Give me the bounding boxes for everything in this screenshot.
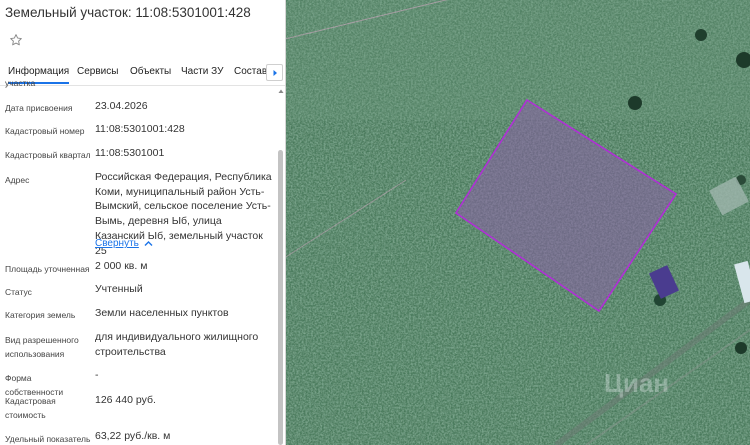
cadastral-quarter-value: 11:08:5301001 [95, 147, 165, 159]
address-label: Адрес [5, 175, 30, 185]
terrain-tint [286, 0, 750, 120]
permitted-use-label: Вид разрешенного использования [5, 335, 79, 359]
area-value: 2 000 кв. м [95, 260, 148, 272]
favorite-star-icon[interactable] [9, 33, 23, 47]
land-category-value: Земли населенных пунктов [95, 307, 229, 319]
status-value: Учтенный [95, 283, 143, 295]
tab-parts[interactable]: Части ЗУ [181, 66, 223, 77]
info-panel: Земельный участок: 11:08:5301001:428 Инф… [0, 0, 286, 445]
tab-objects[interactable]: Объекты [130, 66, 171, 77]
assign-date-label: Дата присвоения [5, 103, 73, 113]
collapse-link[interactable]: Свернуть [95, 238, 153, 249]
ownership-value: - [95, 369, 99, 381]
satellite-map[interactable]: Циан [286, 0, 750, 445]
collapse-label: Свернуть [95, 238, 139, 249]
tabs-scroll-right-button[interactable] [266, 64, 283, 81]
map-canvas[interactable]: Циан [286, 0, 750, 445]
status-label: Статус [5, 287, 32, 297]
scrollbar-thumb[interactable] [278, 150, 283, 445]
cadastral-quarter-label: Кадастровый квартал [5, 150, 91, 160]
watermark-text: Циан [604, 368, 669, 398]
land-category-label: Категория земель [5, 310, 76, 320]
cadastral-number-label: Кадастровый номер [5, 126, 85, 136]
cadastral-cost-value: 126 440 руб. [95, 394, 156, 406]
cadastral-number-value: 11:08:5301001:428 [95, 123, 185, 135]
chevron-right-icon [273, 69, 277, 76]
cadastral-cost-label: Кадастровая стоимость [5, 396, 56, 420]
assign-date-value: 23.04.2026 [95, 100, 148, 112]
tab-bar: Информация Сервисы Объекты Части ЗУ Сост… [0, 58, 285, 86]
tab-services[interactable]: Сервисы [77, 66, 118, 77]
unit-cost-value: 63,22 руб./кв. м [95, 430, 171, 442]
tab-composition[interactable]: Состав [234, 66, 267, 77]
scroll-up-arrow-icon[interactable] [278, 88, 284, 94]
area-label: Площадь уточненная [5, 264, 90, 274]
page-title: Земельный участок: 11:08:5301001:428 [5, 5, 251, 20]
permitted-use-value: для индивидуального жилищного строительс… [95, 331, 259, 358]
clipped-label: участка [5, 78, 36, 88]
unit-cost-label: Удельный показатель [5, 434, 91, 444]
chevron-up-icon [144, 241, 153, 246]
